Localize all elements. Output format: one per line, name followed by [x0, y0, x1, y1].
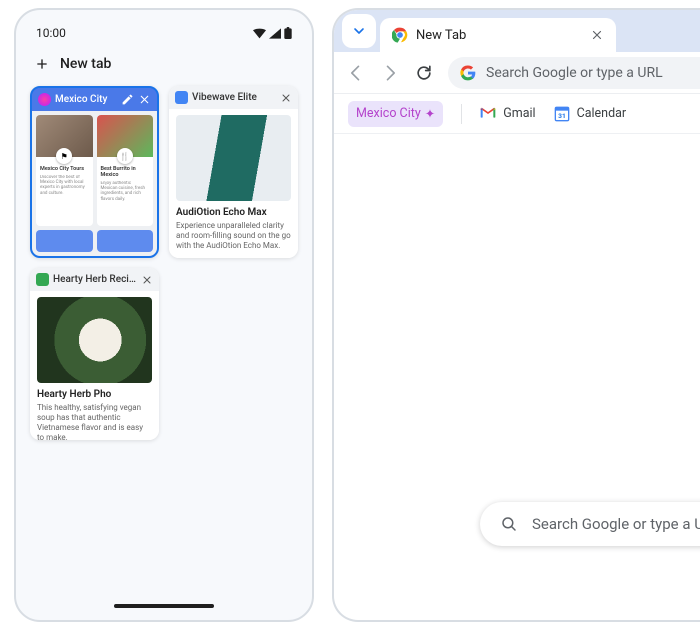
status-icons: [253, 27, 292, 39]
card-title: AudiOtion Echo Max: [176, 207, 291, 218]
sparkle-icon: ✦: [425, 106, 435, 122]
close-icon[interactable]: [140, 273, 153, 286]
bookmark-label: Gmail: [503, 106, 535, 121]
battery-icon: [284, 27, 292, 39]
favicon-icon: [175, 91, 188, 104]
new-tab-button[interactable]: New tab: [28, 50, 300, 86]
separator: [461, 104, 462, 124]
pencil-icon[interactable]: [121, 93, 134, 106]
tab-header: Mexico City: [32, 88, 157, 111]
card-description: Experience unparalleled clarity and room…: [176, 221, 291, 251]
new-tab-label: New tab: [60, 56, 111, 72]
chip-label: Mexico City: [356, 106, 421, 121]
calendar-icon: 31: [554, 106, 570, 122]
tab-title: Hearty Herb Recipe: [53, 274, 136, 285]
group-subtab-empty: [36, 230, 93, 252]
close-icon[interactable]: [138, 93, 151, 106]
omnibox-placeholder: Search Google or type a URL: [486, 65, 663, 81]
bookmark-gmail[interactable]: Gmail: [480, 106, 535, 122]
clock: 10:00: [36, 26, 66, 40]
google-g-icon: [460, 65, 476, 81]
group-color-dot-icon: [38, 93, 51, 106]
reload-button[interactable]: [414, 63, 434, 83]
tab-overview-grid: Mexico City ⚑ Mexico City Tours Discover…: [28, 86, 300, 440]
group-subtab[interactable]: ⚑ Mexico City Tours Discover the best of…: [36, 115, 93, 226]
svg-text:31: 31: [558, 112, 566, 120]
collapse-tabstrip-button[interactable]: [342, 14, 376, 48]
subtab-desc: Discover the best of Mexico City with lo…: [36, 175, 93, 199]
bookmarks-bar: Mexico City ✦ Gmail: [334, 94, 700, 134]
chevron-down-icon: [351, 23, 367, 39]
bookmark-calendar[interactable]: 31 Calendar: [554, 106, 627, 122]
product-image: [176, 115, 291, 201]
group-subtab-empty: [97, 230, 154, 252]
subtab-desc: Enjoy authentic Mexican cuisine, fresh i…: [97, 181, 154, 205]
recipe-image: [37, 297, 152, 383]
favicon-icon: [36, 273, 49, 286]
card-title: Hearty Herb Pho: [37, 389, 152, 400]
new-tab-page: Search Google or type a URL: [334, 134, 700, 620]
close-icon[interactable]: [590, 28, 604, 42]
flag-icon: ⚑: [56, 148, 72, 164]
forward-button[interactable]: [380, 63, 400, 83]
ntp-search-box[interactable]: Search Google or type a URL: [480, 502, 700, 546]
tab-group-chip[interactable]: Mexico City ✦: [348, 101, 443, 127]
browser-tab-label: New Tab: [416, 28, 582, 43]
tab-strip: New Tab: [334, 10, 700, 52]
group-subtab[interactable]: 🍴 Best Burrito in Mexico Enjoy authentic…: [97, 115, 154, 226]
toolbar: Search Google or type a URL: [334, 52, 700, 94]
tab-title: Mexico City: [55, 94, 117, 105]
omnibox[interactable]: Search Google or type a URL: [448, 57, 700, 89]
tab-card-hearty-herb[interactable]: Hearty Herb Recipe Hearty Herb Pho This …: [30, 268, 159, 440]
card-description: This healthy, satisfying vegan soup has …: [37, 403, 152, 440]
plus-icon: [34, 56, 50, 72]
tab-title: Vibewave Elite: [192, 92, 275, 103]
ntp-search-placeholder: Search Google or type a URL: [532, 515, 700, 533]
bookmark-label: Calendar: [577, 106, 627, 121]
tab-thumbnail: AudiOtion Echo Max Experience unparallel…: [169, 109, 298, 258]
tab-header: Vibewave Elite: [169, 86, 298, 109]
tab-thumbnail: Hearty Herb Pho This healthy, satisfying…: [30, 291, 159, 440]
fork-knife-icon: 🍴: [117, 148, 133, 164]
phone-frame: 10:00 New tab Mexico City: [14, 8, 314, 622]
tablet-frame: New Tab Search Google or ty: [332, 8, 700, 622]
status-bar: 10:00: [28, 24, 300, 50]
home-indicator[interactable]: [114, 604, 214, 608]
gmail-icon: [480, 106, 496, 122]
tab-card-vibewave[interactable]: Vibewave Elite AudiOtion Echo Max Experi…: [169, 86, 298, 258]
search-icon: [500, 515, 518, 533]
back-button[interactable]: [346, 63, 366, 83]
browser-tab[interactable]: New Tab: [380, 18, 616, 52]
wifi-icon: [253, 28, 266, 39]
tab-header: Hearty Herb Recipe: [30, 268, 159, 291]
signal-icon: [269, 28, 281, 39]
tab-card-mexico-city[interactable]: Mexico City ⚑ Mexico City Tours Discover…: [30, 86, 159, 258]
close-icon[interactable]: [279, 91, 292, 104]
tab-thumbnail: ⚑ Mexico City Tours Discover the best of…: [32, 111, 157, 256]
chrome-icon: [392, 27, 408, 43]
